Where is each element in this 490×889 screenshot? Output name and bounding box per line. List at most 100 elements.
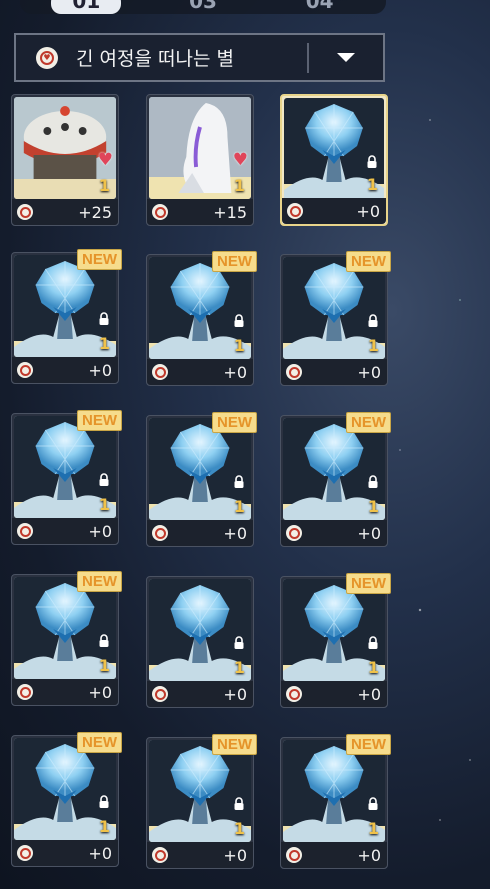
constellation-heart-icon bbox=[152, 847, 168, 863]
card-level: 1 bbox=[367, 658, 379, 677]
lock-icon bbox=[97, 633, 111, 647]
card[interactable]: 1 +0 NEW bbox=[146, 251, 257, 386]
card-level: 1 bbox=[98, 495, 110, 514]
tab-page-1[interactable]: 01 bbox=[51, 0, 122, 14]
constellation-heart-icon bbox=[17, 362, 33, 378]
new-badge: NEW bbox=[212, 251, 257, 272]
card-bonus: +0 bbox=[357, 684, 381, 704]
constellation-heart-icon bbox=[286, 364, 302, 380]
tab-page-3[interactable]: 03 bbox=[168, 0, 238, 14]
card[interactable]: 1 +0 NEW bbox=[280, 734, 391, 869]
lock-icon bbox=[97, 794, 111, 808]
constellation-heart-icon bbox=[17, 684, 33, 700]
card-bonus: +0 bbox=[357, 523, 381, 543]
card-footer: +0 bbox=[281, 359, 387, 385]
new-badge: NEW bbox=[212, 734, 257, 755]
new-badge: NEW bbox=[77, 249, 122, 270]
card[interactable]: ♥ 1 +25 bbox=[11, 94, 119, 226]
new-badge: NEW bbox=[77, 410, 122, 431]
card[interactable]: 1 +0 NEW bbox=[11, 249, 122, 384]
constellation-heart-icon bbox=[152, 525, 168, 541]
card[interactable]: 1 +0 NEW bbox=[11, 410, 122, 545]
card[interactable]: 1 +0 NEW bbox=[280, 573, 391, 708]
favorite-heart-icon: ♥ bbox=[232, 150, 248, 170]
lock-icon bbox=[232, 635, 246, 649]
tab-page-4[interactable]: 04 bbox=[285, 0, 355, 14]
card[interactable]: 1 +0 NEW bbox=[280, 251, 391, 386]
new-badge: NEW bbox=[212, 412, 257, 433]
card-footer: +0 bbox=[12, 679, 118, 705]
constellation-heart-icon bbox=[17, 523, 33, 539]
new-badge: NEW bbox=[346, 573, 391, 594]
constellation-heart-icon bbox=[287, 203, 303, 219]
card-level: 1 bbox=[98, 817, 110, 836]
lock-icon bbox=[366, 796, 380, 810]
card-footer: +0 bbox=[12, 518, 118, 544]
dropdown-arrow-button[interactable] bbox=[309, 53, 383, 62]
card-bonus: +0 bbox=[223, 684, 247, 704]
card[interactable]: 1 +0 bbox=[146, 576, 254, 708]
card-level: 1 bbox=[233, 176, 245, 195]
constellation-heart-icon bbox=[17, 845, 33, 861]
card-level: 1 bbox=[367, 497, 379, 516]
lock-icon bbox=[97, 472, 111, 486]
favorite-heart-icon: ♥ bbox=[97, 150, 113, 170]
card-footer: +15 bbox=[147, 199, 253, 225]
new-badge: NEW bbox=[346, 412, 391, 433]
lock-icon bbox=[232, 474, 246, 488]
card[interactable]: ♥ 1 +15 bbox=[146, 94, 254, 226]
card-bonus: +0 bbox=[223, 362, 247, 382]
card-bonus: +0 bbox=[223, 523, 247, 543]
card-bonus: +0 bbox=[88, 843, 112, 863]
lock-icon bbox=[365, 154, 379, 168]
card-bonus: +15 bbox=[213, 202, 247, 222]
card-footer: +0 bbox=[147, 842, 253, 868]
card-level: 1 bbox=[233, 497, 245, 516]
card-footer: +25 bbox=[12, 199, 118, 225]
new-badge: NEW bbox=[346, 734, 391, 755]
card-level: 1 bbox=[98, 656, 110, 675]
card-bonus: +0 bbox=[357, 845, 381, 865]
card-footer: +0 bbox=[281, 842, 387, 868]
constellation-filter-dropdown[interactable]: ♥ 긴 여정을 떠나는 별 bbox=[14, 33, 385, 82]
card-selected[interactable]: 1 +0 bbox=[280, 94, 388, 226]
card-bonus: +25 bbox=[78, 202, 112, 222]
card-bonus: +0 bbox=[88, 521, 112, 541]
card-footer: +0 bbox=[147, 520, 253, 546]
card-level: 1 bbox=[367, 336, 379, 355]
card[interactable]: 1 +0 NEW bbox=[11, 732, 122, 867]
card-level: 1 bbox=[366, 175, 378, 194]
card-bonus: +0 bbox=[357, 362, 381, 382]
lock-icon bbox=[366, 313, 380, 327]
card[interactable]: 1 +0 NEW bbox=[280, 412, 391, 547]
card-footer: +0 bbox=[147, 359, 253, 385]
constellation-heart-icon bbox=[286, 525, 302, 541]
filter-selected-label: 긴 여정을 떠나는 별 bbox=[76, 48, 234, 70]
constellation-heart-icon bbox=[286, 847, 302, 863]
card[interactable]: 1 +0 NEW bbox=[146, 734, 257, 869]
card-footer: +0 bbox=[281, 520, 387, 546]
card-bonus: +0 bbox=[88, 682, 112, 702]
lock-icon bbox=[366, 474, 380, 488]
lock-icon bbox=[97, 311, 111, 325]
card-footer: +0 bbox=[281, 681, 387, 707]
new-badge: NEW bbox=[77, 571, 122, 592]
card-footer: +0 bbox=[12, 840, 118, 866]
lock-icon bbox=[366, 635, 380, 649]
constellation-heart-icon bbox=[286, 686, 302, 702]
new-badge: NEW bbox=[77, 732, 122, 753]
card-level: 1 bbox=[233, 336, 245, 355]
constellation-heart-icon bbox=[152, 364, 168, 380]
chevron-down-icon bbox=[337, 53, 355, 62]
card[interactable]: 1 +0 NEW bbox=[11, 571, 122, 706]
card[interactable]: 1 +0 NEW bbox=[146, 412, 257, 547]
page-tabs: 01 03 04 bbox=[20, 0, 386, 14]
constellation-heart-icon bbox=[152, 686, 168, 702]
card-bonus: +0 bbox=[223, 845, 247, 865]
lock-icon bbox=[232, 313, 246, 327]
lock-icon bbox=[232, 796, 246, 810]
card-level: 1 bbox=[233, 819, 245, 838]
card-footer: +0 bbox=[282, 198, 386, 224]
constellation-heart-icon bbox=[152, 204, 168, 220]
card-footer: +0 bbox=[147, 681, 253, 707]
